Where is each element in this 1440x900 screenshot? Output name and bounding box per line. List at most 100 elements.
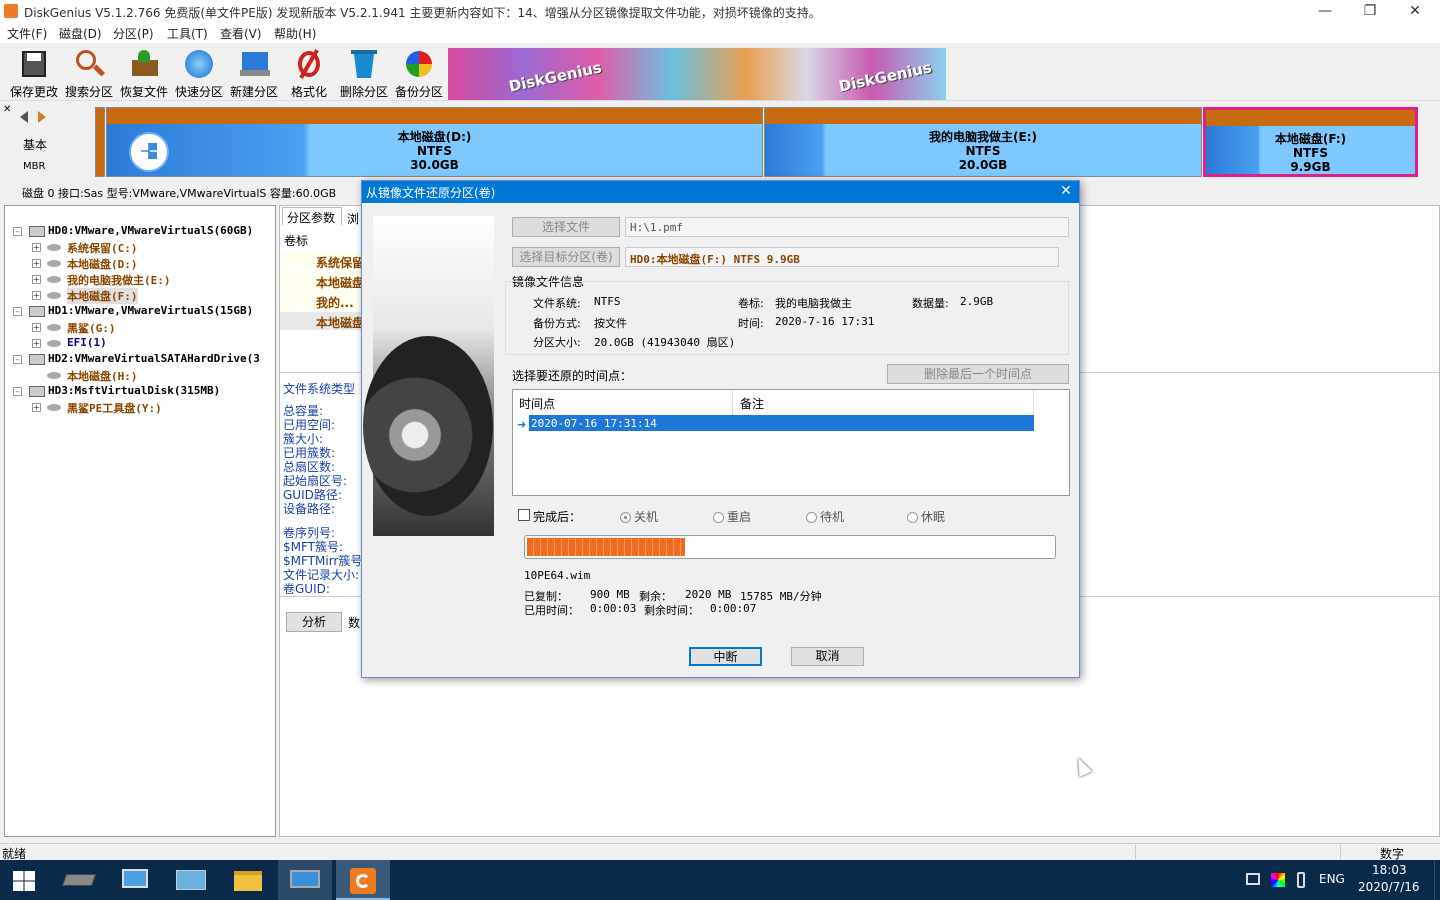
windows-start-icon — [13, 871, 35, 891]
menu-file[interactable]: 文件(F) — [7, 25, 47, 42]
recover-files-label: 恢复文件 — [119, 85, 168, 99]
search-partition-button[interactable]: 搜索分区 — [62, 48, 116, 99]
col-time-text: 时间点 — [519, 397, 556, 411]
taskbar-explorer[interactable] — [220, 860, 274, 900]
save-changes-button[interactable]: 保存更改 — [7, 48, 61, 99]
tree-hd2[interactable]: HD2:VMwareVirtualSATAHardDrive(3 — [48, 352, 260, 365]
field-record-size: 文件记录大小: — [283, 568, 360, 582]
disk-icon — [29, 306, 45, 317]
taskbar-computer[interactable] — [108, 860, 162, 900]
progress-fill — [527, 538, 686, 556]
tree-part-c[interactable]: 系统保留(C:) — [67, 240, 138, 256]
start-button[interactable] — [0, 860, 48, 900]
fields-block-2: 卷序列号: $MFT簇号: $MFTMirr簇号: 文件记录大小: 卷GUID: — [283, 526, 366, 596]
time-point-list[interactable]: 时间点 备注 ➜ 2020-07-16 17:31:14 — [512, 389, 1070, 496]
interrupt-button[interactable]: 中断 — [689, 647, 762, 666]
show-desktop-button[interactable] — [1434, 860, 1440, 900]
tree-part-efi[interactable]: EFI(1) — [67, 336, 107, 349]
tree-part-d[interactable]: 本地磁盘(D:) — [67, 256, 138, 272]
radio-standby[interactable]: 待机 — [806, 508, 844, 525]
close-diskmap-icon[interactable]: ✕ — [3, 104, 11, 115]
taskbar-diskmgmt[interactable] — [52, 860, 106, 900]
disk-type-label: 基本 — [23, 138, 48, 152]
menu-tools[interactable]: 工具(T) — [167, 25, 208, 42]
partition-icon — [47, 244, 61, 251]
partition-e-size: 20.0GB — [958, 158, 1008, 172]
usb-icon[interactable] — [1297, 872, 1305, 888]
status-bar: 就绪 数字 — [0, 843, 1440, 861]
unallocated-strip — [95, 107, 105, 177]
language-indicator[interactable]: ENG — [1319, 872, 1345, 886]
restore-button[interactable]: ❐ — [1347, 0, 1393, 23]
disk-icon — [29, 354, 45, 365]
field-device-path: 设备路径: — [283, 502, 336, 516]
promo-banner[interactable]: DiskGenius DiskGenius — [448, 48, 946, 100]
taskbar-remote[interactable] — [164, 860, 218, 900]
radio-shutdown[interactable]: 关机 — [620, 508, 658, 525]
tree-part-y[interactable]: 黑鲨PE工具盘(Y:) — [67, 400, 162, 416]
col-time-header[interactable]: 时间点 — [513, 390, 733, 415]
menu-disk[interactable]: 磁盘(D) — [59, 25, 102, 42]
partition-f[interactable]: 本地磁盘(F:) NTFS 9.9GB — [1203, 107, 1418, 177]
data-size-value: 2.9GB — [960, 295, 994, 308]
next-disk-icon[interactable] — [38, 111, 46, 123]
radio-standby-circle — [806, 512, 817, 523]
menu-partition[interactable]: 分区(P) — [113, 25, 154, 42]
clock-date[interactable]: 2020/7/16 — [1358, 880, 1420, 894]
field-cluster: 簇大小: — [283, 432, 324, 446]
partition-icon — [47, 404, 61, 411]
radio-hibernate-text: 休眠 — [921, 510, 946, 524]
tree-part-g[interactable]: 黑鲨(G:) — [67, 320, 116, 336]
disk-icon — [29, 226, 45, 237]
desktop-icon — [290, 870, 320, 888]
color-icon[interactable] — [1271, 873, 1285, 887]
tab-params[interactable]: 分区参数 — [282, 207, 342, 225]
progress-bar — [524, 535, 1056, 559]
taskbar-diskgenius[interactable] — [336, 860, 390, 900]
field-sectors: 总扇区数: — [283, 460, 336, 474]
tree-hd1[interactable]: HD1:VMware,VMwareVirtualS(15GB) — [48, 304, 253, 317]
tab-browse[interactable]: 浏 — [344, 209, 362, 228]
taskbar-desktop[interactable] — [278, 860, 332, 900]
after-checkbox[interactable] — [518, 509, 530, 521]
partition-d[interactable]: 本地磁盘(D:) NTFS 30.0GB — [106, 107, 763, 177]
menu-view[interactable]: 查看(V) — [220, 25, 262, 42]
data-size-label: 数据量: — [912, 297, 949, 310]
radio-restart[interactable]: 重启 — [713, 508, 751, 525]
col-note-header[interactable]: 备注 — [734, 390, 1034, 415]
radio-hibernate[interactable]: 休眠 — [907, 508, 945, 525]
partition-e[interactable]: 我的电脑我做主(E:) NTFS 20.0GB — [764, 107, 1202, 177]
search-partition-label: 搜索分区 — [64, 85, 113, 99]
radio-shutdown-text: 关机 — [634, 510, 659, 524]
menu-help[interactable]: 帮助(H) — [274, 25, 316, 42]
menu-bar — [0, 23, 1440, 43]
analyze-button[interactable]: 分析 — [286, 612, 342, 632]
backup-partition-button[interactable]: 备份分区 — [392, 48, 446, 99]
tree-part-h[interactable]: 本地磁盘(H:) — [67, 368, 138, 384]
network-icon[interactable] — [1246, 873, 1260, 885]
field-start-sector: 起始扇区号: — [283, 474, 348, 488]
partition-size-value: 20.0GB (41943040 扇区) — [594, 336, 736, 349]
minimize-button[interactable]: — — [1302, 0, 1348, 23]
tree-hd3[interactable]: HD3:MsftVirtualDisk(315MB) — [48, 384, 220, 397]
close-button[interactable]: ✕ — [1392, 0, 1438, 23]
partition-icon — [47, 324, 61, 331]
tree-part-e[interactable]: 我的电脑我做主(E:) — [67, 272, 171, 288]
disk-tree: - HD0:VMware,VMwareVirtualS(60GB) + 系统保留… — [4, 205, 276, 837]
partition-icon — [47, 260, 61, 267]
prev-disk-icon[interactable] — [20, 111, 28, 123]
tree-part-f[interactable]: 本地磁盘(F:) — [67, 288, 138, 304]
select-target-button: 选择目标分区(卷) — [512, 247, 620, 267]
tree-hd0[interactable]: HD0:VMware,VMwareVirtualS(60GB) — [48, 224, 253, 237]
partition-e-name: 我的电脑我做主(E:) — [929, 130, 1037, 144]
recover-files-button[interactable]: 恢复文件 — [117, 48, 171, 99]
dialog-close-button[interactable]: ✕ — [1056, 183, 1076, 201]
format-button[interactable]: 格式化 — [282, 48, 336, 99]
new-partition-button[interactable]: 新建分区 — [227, 48, 281, 99]
cancel-button[interactable]: 取消 — [791, 647, 864, 666]
delete-partition-button[interactable]: 删除分区 — [337, 48, 391, 99]
folder-icon — [234, 871, 262, 891]
clock-time[interactable]: 18:03 — [1372, 863, 1407, 877]
quick-partition-button[interactable]: 快速分区 — [172, 48, 226, 99]
field-guid-path: GUID路径: — [283, 488, 342, 502]
